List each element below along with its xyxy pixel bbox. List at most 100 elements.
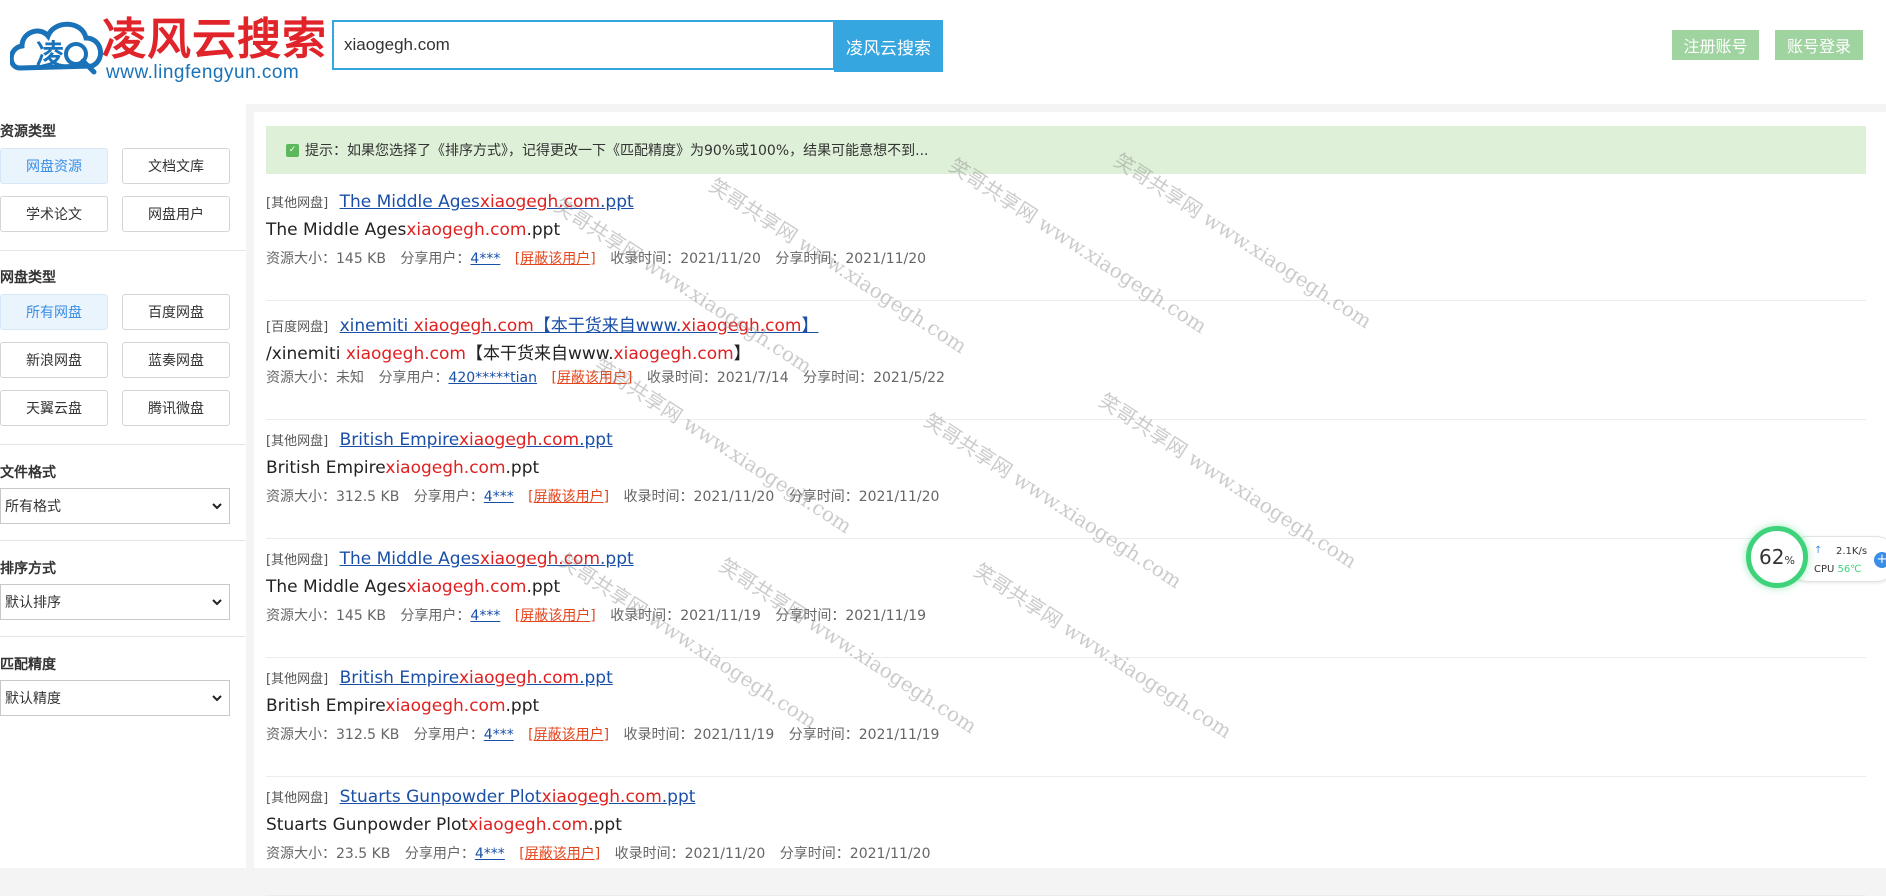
share-user-link[interactable]: 4*** <box>470 251 500 267</box>
block-user-link[interactable]: 屏蔽该用户 <box>534 489 604 505</box>
share-user-link[interactable]: 4*** <box>475 846 505 862</box>
file-format-value: 所有格式 <box>5 499 61 515</box>
sort-select[interactable]: 默认排序 <box>0 584 230 620</box>
filter-tianyi-disk[interactable]: 天翼云盘 <box>0 390 108 426</box>
result-link[interactable]: Stuarts Gunpowder Plotxiaogegh.com.ppt <box>340 787 696 807</box>
tip-banner: ✓ 提示：如果您选择了《排序方式》，记得更改一下《匹配精度》为90%或100%，… <box>266 126 1866 174</box>
share-user-link[interactable]: 4*** <box>484 489 514 505</box>
search-button[interactable]: 凌风云搜索 <box>834 20 943 72</box>
divider <box>0 444 246 445</box>
disk-type-tag: [其他网盘] <box>266 553 329 568</box>
file-size: 312.5 KB <box>336 489 400 505</box>
file-size: 312.5 KB <box>336 727 400 743</box>
top-header: 凌 凌风云搜索 www.lingfengyun.com 凌风云搜索 注册账号 账… <box>0 0 1886 104</box>
block-user-link[interactable]: 屏蔽该用户 <box>557 370 627 386</box>
cpu-usage-ring: 62% <box>1746 526 1808 588</box>
file-size: 23.5 KB <box>336 846 391 862</box>
search-box <box>332 20 835 70</box>
sort-value: 默认排序 <box>5 595 61 611</box>
share-time: 2021/11/19 <box>858 727 940 743</box>
filter-lanzou-disk[interactable]: 蓝奏网盘 <box>122 342 230 378</box>
filter-tencent-disk[interactable]: 腾讯微盘 <box>122 390 230 426</box>
divider <box>0 636 246 637</box>
result-title: [其他网盘] The Middle Agesxiaogegh.com.ppt <box>266 192 634 212</box>
result-meta: 资源大小：未知 分享用户：420*****tian [屏蔽该用户] 收录时间：2… <box>266 370 945 386</box>
chevron-down-icon <box>212 503 222 510</box>
result-meta: 资源大小：23.5 KB 分享用户：4*** [屏蔽该用户] 收录时间：2021… <box>266 846 931 862</box>
filter-academic-papers[interactable]: 学术论文 <box>0 196 108 232</box>
cpu-percent: 62 <box>1759 545 1785 569</box>
block-user-link[interactable]: 屏蔽该用户 <box>534 727 604 743</box>
divider <box>0 540 246 541</box>
result-link[interactable]: The Middle Agesxiaogegh.com.ppt <box>340 549 634 569</box>
block-user-link[interactable]: 屏蔽该用户 <box>525 846 595 862</box>
precision-value: 默认精度 <box>5 691 61 707</box>
precision-select[interactable]: 默认精度 <box>0 680 230 716</box>
file-format-select[interactable]: 所有格式 <box>0 488 230 524</box>
logo-title: 凌风云搜索 <box>102 14 327 65</box>
block-user-link[interactable]: 屏蔽该用户 <box>520 251 590 267</box>
filter-baidu-disk[interactable]: 百度网盘 <box>122 294 230 330</box>
result-title: [其他网盘] Stuarts Gunpowder Plotxiaogegh.co… <box>266 787 695 807</box>
result-item: [其他网盘] British Empirexiaogegh.com.ppt Br… <box>266 420 1866 539</box>
result-meta: 资源大小：145 KB 分享用户：4*** [屏蔽该用户] 收录时间：2021/… <box>266 251 927 267</box>
result-filename: The Middle Agesxiaogegh.com.ppt <box>266 220 561 240</box>
collect-time: 2021/11/19 <box>680 608 761 624</box>
block-user-link[interactable]: 屏蔽该用户 <box>520 608 590 624</box>
result-filename: British Empirexiaogegh.com.ppt <box>266 458 540 478</box>
share-time: 2021/11/20 <box>849 846 931 862</box>
file-format-title: 文件格式 <box>0 465 56 481</box>
disk-type-title: 网盘类型 <box>0 270 56 286</box>
cpu-temp: CPU 56℃ <box>1814 564 1862 575</box>
result-item: [百度网盘] xinemiti xiaogegh.com【本干货来自www.xi… <box>266 301 1866 420</box>
logo-domain: www.lingfengyun.com <box>106 62 300 83</box>
share-user-link[interactable]: 4*** <box>484 727 514 743</box>
filter-sina-disk[interactable]: 新浪网盘 <box>0 342 108 378</box>
expand-plus-icon[interactable]: + <box>1874 552 1886 568</box>
share-user-link[interactable]: 420*****tian <box>448 370 537 386</box>
resource-type-title: 资源类型 <box>0 124 56 140</box>
site-logo[interactable]: 凌 凌风云搜索 www.lingfengyun.com <box>10 10 326 83</box>
file-size: 145 KB <box>336 251 386 267</box>
share-time: 2021/5/22 <box>873 370 945 386</box>
result-link[interactable]: xinemiti xiaogegh.com【本干货来自www.xiaogegh.… <box>340 316 819 336</box>
tip-text: 提示：如果您选择了《排序方式》，记得更改一下《匹配精度》为90%或100%，结果… <box>305 143 929 159</box>
share-time: 2021/11/20 <box>858 489 940 505</box>
result-item: [其他网盘] The Middle Agesxiaogegh.com.ppt T… <box>266 182 1866 301</box>
disk-type-tag: [百度网盘] <box>266 320 329 335</box>
disk-type-tag: [其他网盘] <box>266 791 329 806</box>
tip-icon: ✓ <box>286 143 299 157</box>
result-title: [其他网盘] British Empirexiaogegh.com.ppt <box>266 430 613 450</box>
result-item: [其他网盘] Stuarts Gunpowder Plotxiaogegh.co… <box>266 777 1866 896</box>
precision-title: 匹配精度 <box>0 657 56 673</box>
result-meta: 资源大小：312.5 KB 分享用户：4*** [屏蔽该用户] 收录时间：202… <box>266 489 940 505</box>
filter-all-disks[interactable]: 所有网盘 <box>0 294 108 330</box>
upload-arrow-icon: ↑ <box>1814 545 1823 556</box>
result-link[interactable]: The Middle Agesxiaogegh.com.ppt <box>340 192 634 212</box>
filter-disk-users[interactable]: 网盘用户 <box>122 196 230 232</box>
net-speed: 2.1K/s <box>1836 546 1868 557</box>
disk-type-tag: [其他网盘] <box>266 434 329 449</box>
result-link[interactable]: British Empirexiaogegh.com.ppt <box>340 668 613 688</box>
result-link[interactable]: British Empirexiaogegh.com.ppt <box>340 430 613 450</box>
search-input[interactable] <box>334 22 833 68</box>
file-size: 145 KB <box>336 608 386 624</box>
filter-disk-resources[interactable]: 网盘资源 <box>0 148 108 184</box>
collect-time: 2021/11/20 <box>684 846 766 862</box>
result-title: [百度网盘] xinemiti xiaogegh.com【本干货来自www.xi… <box>266 311 819 336</box>
result-filename: Stuarts Gunpowder Plotxiaogegh.com.ppt <box>266 815 622 835</box>
results-panel: ✓ 提示：如果您选择了《排序方式》，记得更改一下《匹配精度》为90%或100%，… <box>254 112 1886 896</box>
result-item: [其他网盘] The Middle Agesxiaogegh.com.ppt T… <box>266 539 1866 658</box>
login-button[interactable]: 账号登录 <box>1775 30 1863 60</box>
register-button[interactable]: 注册账号 <box>1672 30 1759 60</box>
collect-time: 2021/11/20 <box>693 489 775 505</box>
cloud-logo-icon: 凌 <box>10 21 103 75</box>
share-time: 2021/11/20 <box>845 251 927 267</box>
cpu-monitor-widget[interactable]: 62% ↑ 2.1K/s CPU 56℃ + <box>1746 526 1886 596</box>
file-size: 未知 <box>336 370 364 386</box>
collect-time: 2021/11/19 <box>693 727 775 743</box>
svg-text:凌: 凌 <box>36 38 65 71</box>
filter-doc-library[interactable]: 文档文库 <box>122 148 230 184</box>
share-user-link[interactable]: 4*** <box>470 608 500 624</box>
filter-sidebar: 资源类型 网盘资源 文档文库 学术论文 网盘用户 网盘类型 所有网盘 百度网盘 … <box>0 104 246 868</box>
